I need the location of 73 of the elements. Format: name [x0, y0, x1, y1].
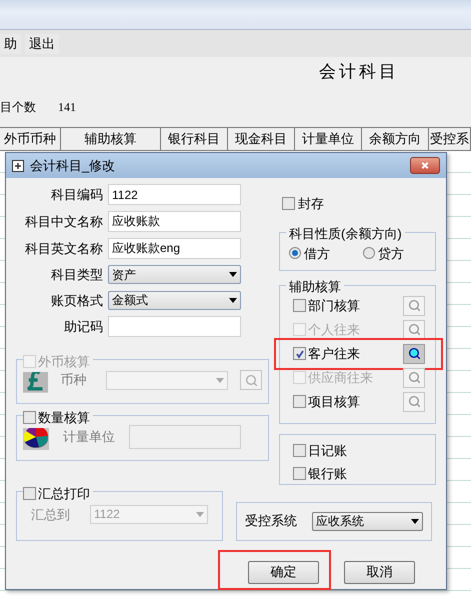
checkbox-label: 封存 — [298, 195, 324, 213]
page-title: 会计科目 — [319, 61, 399, 84]
column-header: 辅助核算 — [61, 128, 161, 150]
unit-field[interactable] — [129, 425, 241, 449]
field-label: 币种 — [60, 371, 86, 390]
field-label: 科目中文名称 — [24, 212, 103, 231]
column-header: 现金科目 — [228, 128, 295, 150]
dropdown-field[interactable]: 金额式 — [108, 290, 241, 310]
search-icon — [408, 395, 420, 408]
text-field[interactable]: 1122 — [108, 184, 241, 205]
checkbox[interactable] — [282, 197, 295, 210]
dropdown-caret-icon — [216, 378, 224, 382]
checkbox-label: 项目核算 — [308, 392, 360, 411]
dropdown-caret-icon — [229, 298, 237, 303]
field-label: 汇总到 — [31, 506, 70, 524]
field-label: 助记码 — [63, 318, 103, 336]
search-icon — [408, 371, 420, 384]
search-icon — [244, 374, 258, 386]
column-header: 受控系 — [429, 128, 471, 150]
search-icon — [408, 323, 420, 336]
checkbox-label: 日记账 — [308, 442, 347, 460]
column-header: 外币币种 — [0, 128, 61, 150]
count-label: 目个数 — [0, 99, 36, 116]
dropdown-field[interactable] — [106, 370, 228, 390]
toolbar-button[interactable]: 退出 — [25, 34, 59, 54]
checkbox-label: 银行账 — [308, 465, 347, 483]
checkbox[interactable] — [293, 444, 306, 457]
checkbox[interactable] — [23, 411, 36, 424]
checkbox[interactable] — [293, 395, 306, 408]
text-field[interactable]: 应收账款eng — [108, 238, 241, 259]
column-header: 余额方向 — [362, 128, 429, 150]
radio-button[interactable] — [363, 247, 375, 260]
column-header: 银行科目 — [161, 128, 228, 150]
lookup-button[interactable] — [403, 344, 425, 364]
radio-label: 贷方 — [378, 244, 404, 262]
checkbox-label: 个人往来 — [308, 320, 360, 339]
checkbox[interactable] — [23, 355, 36, 368]
dropdown-field[interactable]: 应收系统 — [312, 512, 423, 530]
close-icon — [420, 161, 430, 170]
dropdown-caret-icon — [196, 512, 204, 517]
field-label: 科目英文名称 — [24, 240, 103, 258]
window-icon — [12, 160, 24, 172]
checkbox-label: 部门核算 — [308, 296, 360, 315]
dialog-button[interactable]: 取消 — [344, 560, 415, 584]
field-label: 账页格式 — [50, 292, 103, 310]
checkbox[interactable] — [293, 299, 306, 312]
toolbar-button[interactable]: 助 — [0, 34, 21, 54]
checkbox[interactable] — [293, 347, 306, 360]
radio-button[interactable] — [289, 247, 301, 260]
search-icon — [408, 347, 420, 360]
field-label: 计量单位 — [63, 428, 115, 446]
field-label: 受控系统 — [245, 512, 297, 530]
close-button[interactable] — [410, 157, 440, 174]
dialog-button[interactable]: 确定 — [248, 560, 319, 584]
count-value: 141 — [58, 99, 76, 116]
field-label: 科目类型 — [50, 266, 103, 284]
checkbox[interactable] — [293, 467, 306, 480]
dropdown-field[interactable]: 资产 — [108, 265, 241, 284]
dropdown-caret-icon — [229, 272, 237, 278]
radio-label: 借方 — [304, 244, 330, 262]
text-field[interactable] — [108, 316, 241, 337]
checkbox[interactable] — [23, 486, 36, 500]
dialog-title: 会计科目_修改 — [30, 156, 116, 175]
search-icon — [408, 299, 420, 312]
text-field[interactable]: 应收账款 — [108, 211, 241, 232]
column-header: 计量单位 — [295, 128, 362, 150]
checkbox-label: 外币核算 — [38, 353, 90, 371]
checkbox-label: 客户往来 — [308, 344, 360, 363]
checkbox-label: 汇总打印 — [38, 484, 90, 502]
field-label: 科目编码 — [50, 186, 103, 204]
dropdown-caret-icon — [411, 518, 419, 524]
checkbox-label: 数量核算 — [38, 409, 90, 427]
checkbox-label: 供应商往来 — [308, 368, 373, 387]
